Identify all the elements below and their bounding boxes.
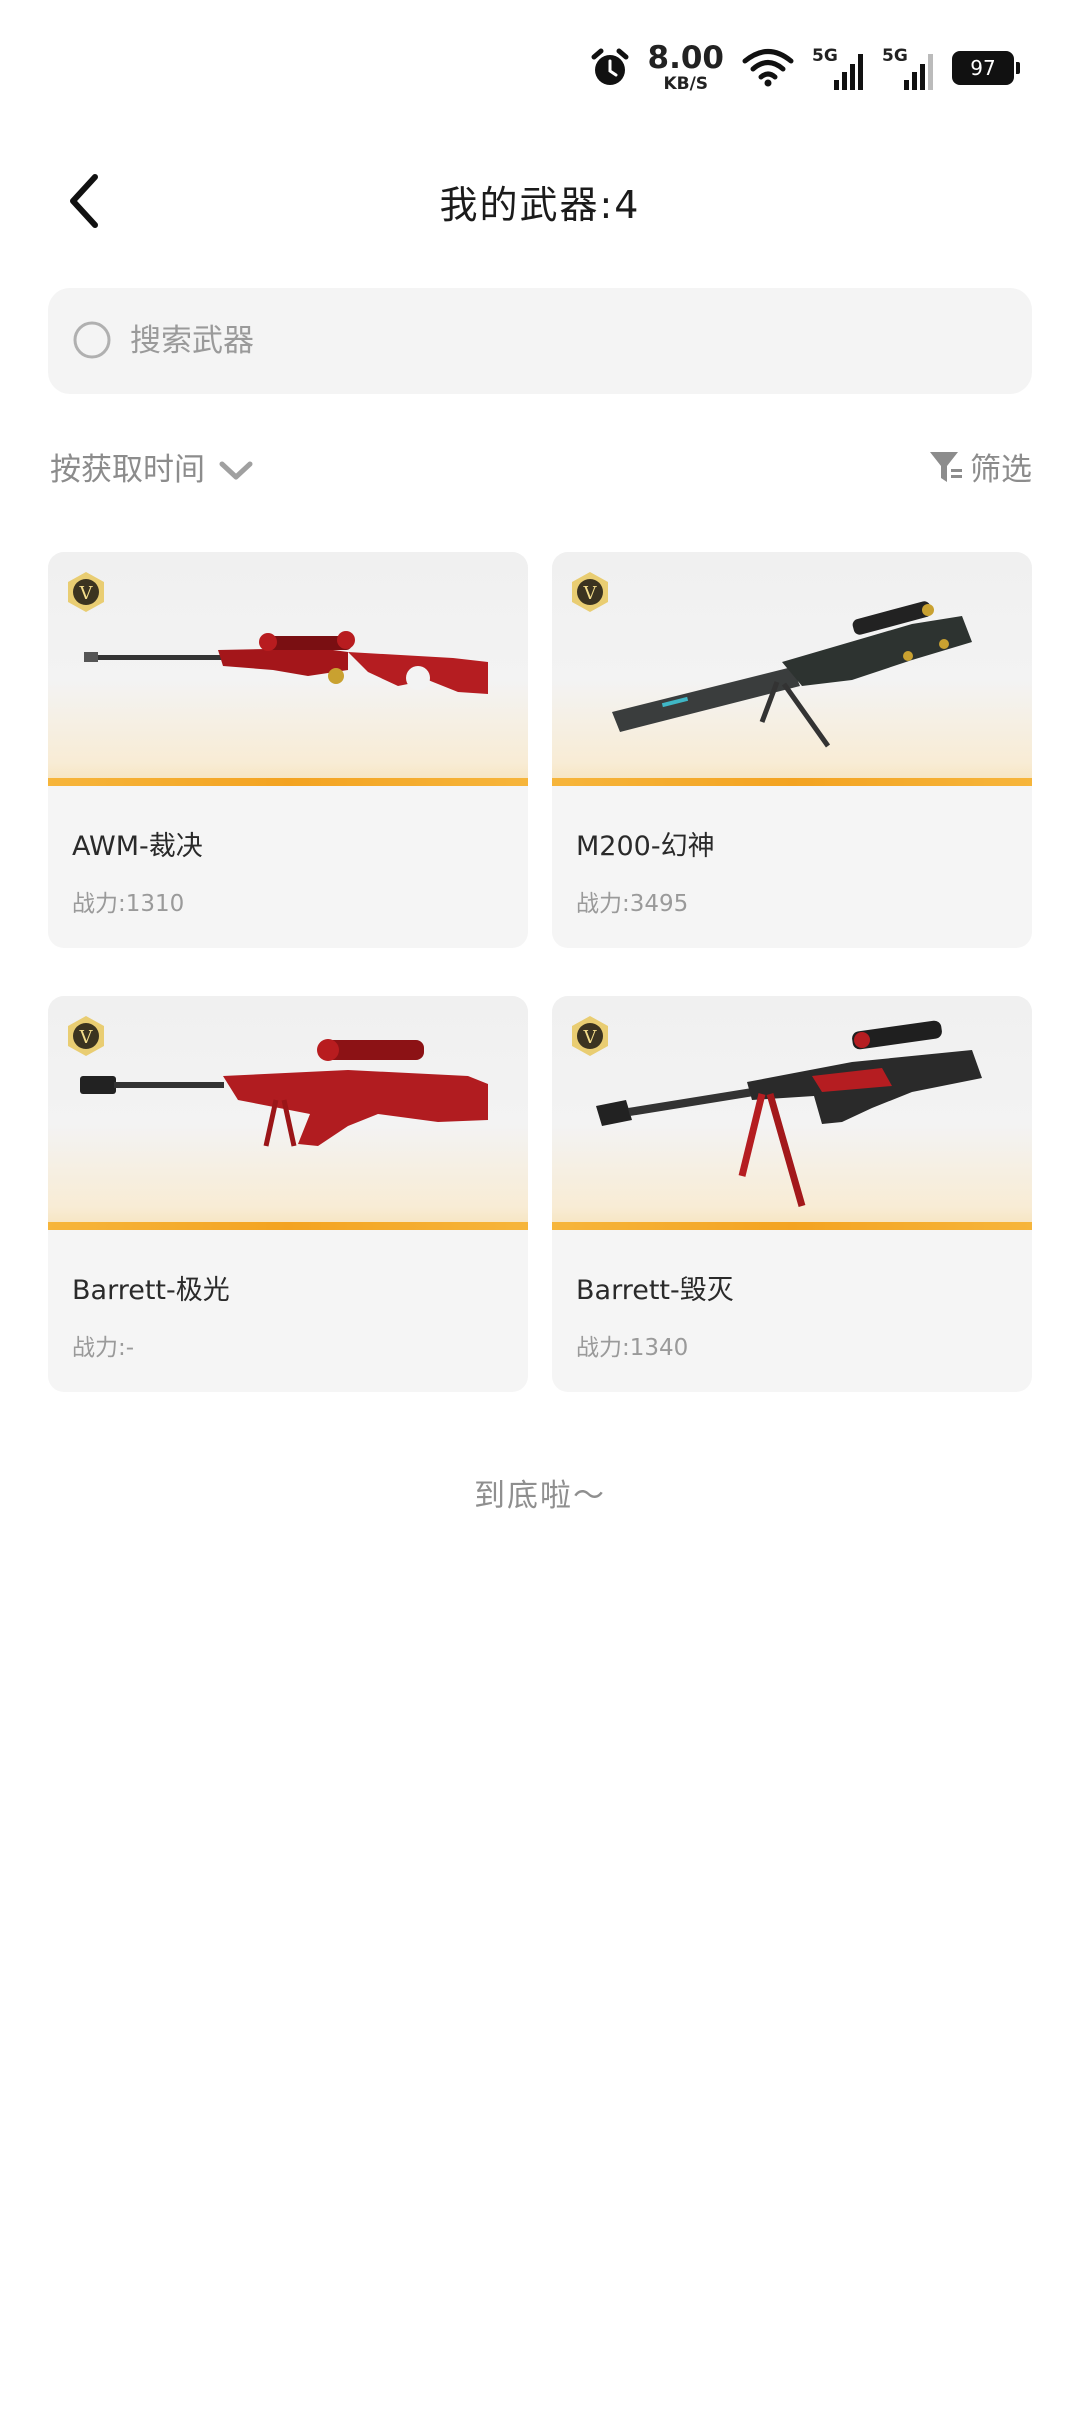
weapon-card[interactable]: V M200-幻神 战力:3495 <box>552 552 1032 948</box>
weapon-power: 战力:1340 <box>576 1335 689 1361</box>
end-of-list-text: 到底啦～ <box>474 1478 606 1514</box>
status-bar: 8.00 KB/S 5G 5G 97 <box>590 40 1020 96</box>
weapon-card[interactable]: V AWM-裁决 战力:1310 <box>48 552 528 948</box>
alarm-icon <box>590 47 630 89</box>
speed-unit: KB/S <box>663 74 709 94</box>
weapon-image: V <box>552 996 1032 1230</box>
rifle-icon <box>612 601 972 748</box>
weapon-name: AWM-裁决 <box>72 831 203 862</box>
weapon-image: V <box>48 552 528 786</box>
weapon-name: M200-幻神 <box>576 831 715 862</box>
rifle-icon <box>80 1039 488 1147</box>
battery-icon: 97 <box>952 51 1020 85</box>
weapon-image: V <box>48 996 528 1230</box>
battery-level: 97 <box>970 56 996 80</box>
weapon-name: Barrett-毁灭 <box>576 1275 734 1306</box>
search-icon <box>70 318 116 364</box>
signal-icon-2: 5G <box>882 46 934 90</box>
weapon-power: 战力:3495 <box>576 891 689 917</box>
signal-icon: 5G <box>812 46 864 90</box>
weapon-card[interactable]: V Barrett-毁灭 战力:1340 <box>552 996 1032 1392</box>
network-speed: 8.00 KB/S <box>648 43 725 93</box>
sort-dropdown[interactable]: 按获取时间 <box>50 444 253 489</box>
header: 我的武器:4 <box>0 160 1080 240</box>
sort-label: 按获取时间 <box>50 452 205 488</box>
wifi-icon <box>742 48 794 88</box>
filter-label: 筛选 <box>970 452 1032 488</box>
weapon-image: V <box>552 552 1032 786</box>
filter-icon <box>930 451 962 482</box>
weapon-card[interactable]: V Barrett-极光 战力:- <box>48 996 528 1392</box>
rifle-icon <box>84 631 488 694</box>
page-title: 我的武器:4 <box>439 183 641 227</box>
weapon-power: 战力:1310 <box>72 891 185 917</box>
search-bar[interactable] <box>48 288 1032 394</box>
weapon-power: 战力:- <box>72 1335 135 1361</box>
speed-value: 8.00 <box>647 40 725 76</box>
weapon-name: Barrett-极光 <box>72 1275 230 1306</box>
chevron-down-icon <box>219 461 253 479</box>
rifle-icon <box>596 1020 982 1207</box>
weapon-grid: V AWM-裁决 战力:1310 V M200-幻神 战力:3495 V Bar… <box>48 552 1032 1392</box>
filter-button[interactable]: 筛选 <box>928 444 1032 489</box>
search-input[interactable] <box>128 322 992 360</box>
